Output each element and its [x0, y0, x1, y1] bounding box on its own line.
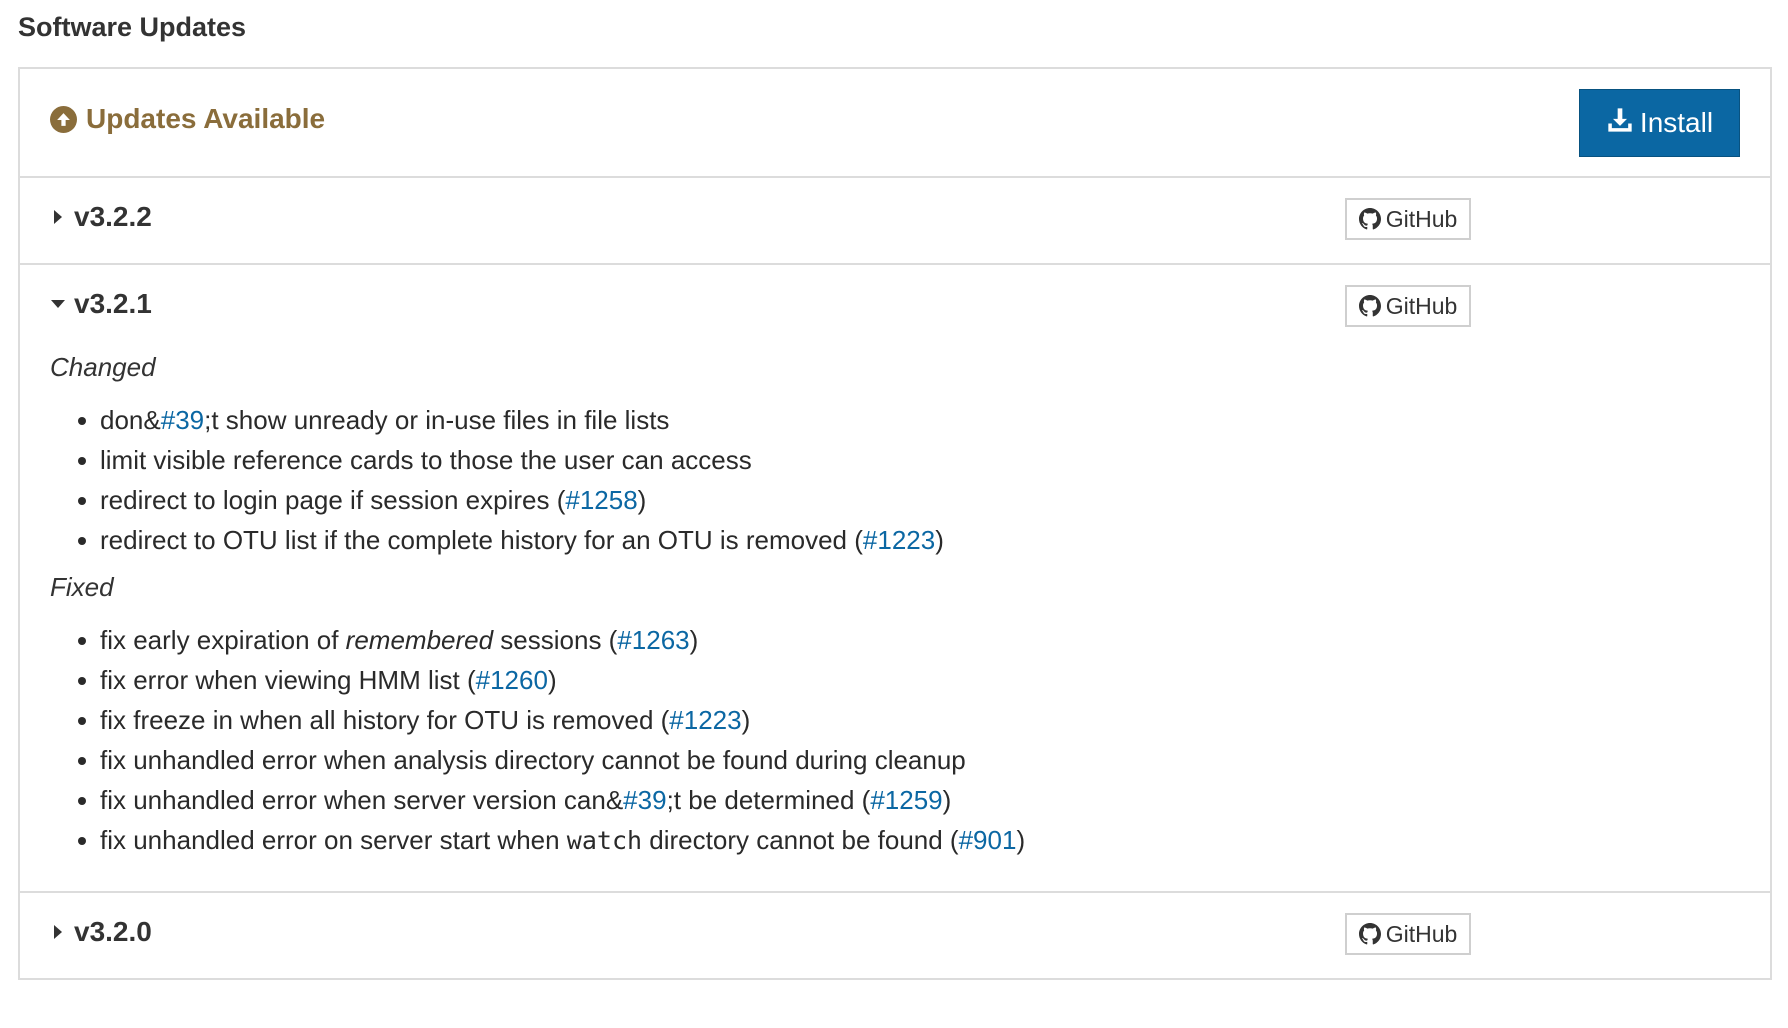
caret-down-icon — [50, 296, 66, 312]
list-item: fix error when viewing HMM list (#1260) — [78, 660, 1740, 700]
release-list: v3.2.2 GitHub v3.2.1 GitHub Changed don&#39;t… — [20, 178, 1770, 978]
list-item: redirect to OTU list if the complete his… — [78, 520, 1740, 560]
updates-panel: Updates Available Install v3.2.2 GitHub v3… — [18, 67, 1772, 980]
release-v3-2-1: v3.2.1 GitHub Changed don&#39;t show unread… — [20, 265, 1770, 893]
list-item: fix unhandled error when analysis direct… — [78, 740, 1740, 780]
item-text: fix unhandled error when analysis direct… — [100, 745, 966, 775]
item-text: directory cannot be found ( — [642, 825, 959, 855]
item-text: fix unhandled error on server start when — [100, 825, 567, 855]
caret-right-icon — [50, 209, 66, 225]
install-button[interactable]: Install — [1579, 89, 1740, 157]
issue-link[interactable]: #1258 — [565, 485, 637, 515]
inline-code: watch — [566, 826, 643, 855]
issue-link[interactable]: #1223 — [669, 705, 741, 735]
issue-link[interactable]: #1259 — [870, 785, 942, 815]
item-text: limit visible reference cards to those t… — [100, 445, 752, 475]
release-v3-2-2: v3.2.2 GitHub — [20, 178, 1770, 265]
release-header: v3.2.0 GitHub — [20, 893, 1770, 978]
item-text: redirect to login page if session expire… — [100, 485, 566, 515]
github-icon — [1358, 295, 1386, 317]
release-header: v3.2.2 GitHub — [20, 178, 1770, 263]
list-item: fix unhandled error when server version … — [78, 780, 1740, 820]
release-toggle[interactable]: v3.2.2 — [50, 201, 152, 233]
github-label: GitHub — [1385, 292, 1458, 319]
item-text: redirect to OTU list if the complete his… — [100, 525, 863, 555]
item-text: ;t be determined ( — [666, 785, 871, 815]
section-label: Changed — [50, 352, 156, 382]
updates-available-status: Updates Available — [50, 103, 325, 135]
change-list: fix early expiration of remembered sessi… — [50, 620, 1740, 861]
list-item: don&#39;t show unready or in-use files i… — [78, 400, 1740, 440]
caret-right-icon — [50, 924, 66, 940]
github-label: GitHub — [1385, 920, 1458, 947]
item-text: ) — [935, 525, 944, 555]
emphasis-text: remembered — [345, 625, 494, 655]
item-text: ) — [1016, 825, 1026, 855]
issue-link[interactable]: #1263 — [617, 625, 689, 655]
list-item: fix unhandled error on server start when… — [78, 820, 1740, 861]
item-text: fix error when viewing HMM list ( — [100, 665, 476, 695]
list-item: fix freeze in when all history for OTU i… — [78, 700, 1740, 740]
install-label: Install — [1639, 107, 1714, 138]
github-button[interactable]: GitHub — [1345, 198, 1471, 240]
release-toggle[interactable]: v3.2.0 — [50, 916, 152, 948]
release-header: v3.2.1 GitHub — [20, 265, 1770, 350]
issue-link[interactable]: #39 — [161, 405, 204, 435]
release-notes: Changed don&#39;t show unready or in-use … — [20, 348, 1770, 891]
item-text: ) — [637, 485, 647, 515]
github-icon — [1358, 923, 1386, 945]
release-v3-2-0: v3.2.0 GitHub — [20, 893, 1770, 978]
list-item: redirect to login page if session expire… — [78, 480, 1740, 520]
page-title: Software Updates — [18, 12, 247, 42]
item-text: fix early expiration of — [100, 625, 346, 655]
item-text: ) — [547, 665, 557, 695]
github-label: GitHub — [1385, 205, 1458, 232]
release-version: v3.2.1 — [74, 288, 152, 319]
issue-link[interactable]: #901 — [959, 825, 1017, 855]
github-button[interactable]: GitHub — [1345, 913, 1471, 955]
arrow-circle-up-icon — [50, 105, 77, 133]
issue-link[interactable]: #1223 — [863, 525, 935, 555]
item-text: ) — [741, 705, 751, 735]
change-list: don&#39;t show unready or in-use files i… — [50, 400, 1740, 560]
download-icon — [1606, 106, 1640, 141]
issue-link[interactable]: #1260 — [476, 665, 548, 695]
item-text: ) — [689, 625, 699, 655]
issue-link[interactable]: #39 — [623, 785, 666, 815]
item-text: don& — [100, 405, 161, 435]
item-text: fix unhandled error when server version … — [100, 785, 624, 815]
updates-header: Updates Available Install — [20, 69, 1770, 178]
item-text: ;t show unready or in-use files in file … — [204, 405, 670, 435]
section-label: Fixed — [50, 572, 114, 602]
item-text: fix freeze in when all history for OTU i… — [100, 705, 670, 735]
item-text: ) — [942, 785, 952, 815]
github-button[interactable]: GitHub — [1345, 285, 1471, 327]
list-item: limit visible reference cards to those t… — [78, 440, 1740, 480]
list-item: fix early expiration of remembered sessi… — [78, 620, 1740, 660]
github-icon — [1358, 208, 1386, 230]
updates-available-label: Updates Available — [86, 103, 326, 134]
release-toggle[interactable]: v3.2.1 — [50, 288, 152, 320]
release-version: v3.2.0 — [74, 916, 152, 947]
item-text: sessions ( — [493, 625, 618, 655]
release-version: v3.2.2 — [74, 201, 152, 232]
